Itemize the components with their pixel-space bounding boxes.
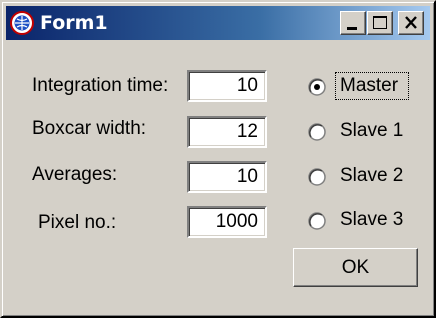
title-bar[interactable]: Form1 <box>6 6 430 40</box>
averages-field[interactable] <box>187 161 267 193</box>
maximize-button[interactable] <box>367 11 393 35</box>
slave-2-radio[interactable] <box>308 168 326 186</box>
close-button[interactable] <box>398 11 424 35</box>
pixel-no-label: Pixel no.: <box>38 212 117 233</box>
slave-2-radio-label[interactable]: Slave 2 <box>340 164 403 188</box>
master-radio[interactable] <box>308 78 326 96</box>
slave-1-radio-label[interactable]: Slave 1 <box>340 119 403 143</box>
minimize-icon <box>347 27 357 30</box>
boxcar-width-label: Boxcar width: <box>32 118 147 139</box>
ok-button[interactable]: OK <box>293 248 418 287</box>
integration-time-label: Integration time: <box>32 75 169 96</box>
master-radio-label[interactable]: Master <box>340 74 398 98</box>
window-title: Form1 <box>40 12 108 34</box>
minimize-button[interactable] <box>340 11 366 35</box>
slave-3-radio[interactable] <box>308 212 326 230</box>
close-icon <box>405 16 417 29</box>
slave-3-radio-label[interactable]: Slave 3 <box>340 208 403 232</box>
boxcar-width-field[interactable] <box>187 116 267 148</box>
integration-time-field[interactable] <box>187 70 267 102</box>
app-globe-icon <box>10 11 34 35</box>
maximize-icon <box>373 16 387 29</box>
form1-window: Form1 Integration time: Boxcar width: Av… <box>0 0 436 318</box>
slave-1-radio[interactable] <box>308 123 326 141</box>
averages-label: Averages: <box>32 164 118 185</box>
pixel-no-field[interactable] <box>187 206 267 238</box>
